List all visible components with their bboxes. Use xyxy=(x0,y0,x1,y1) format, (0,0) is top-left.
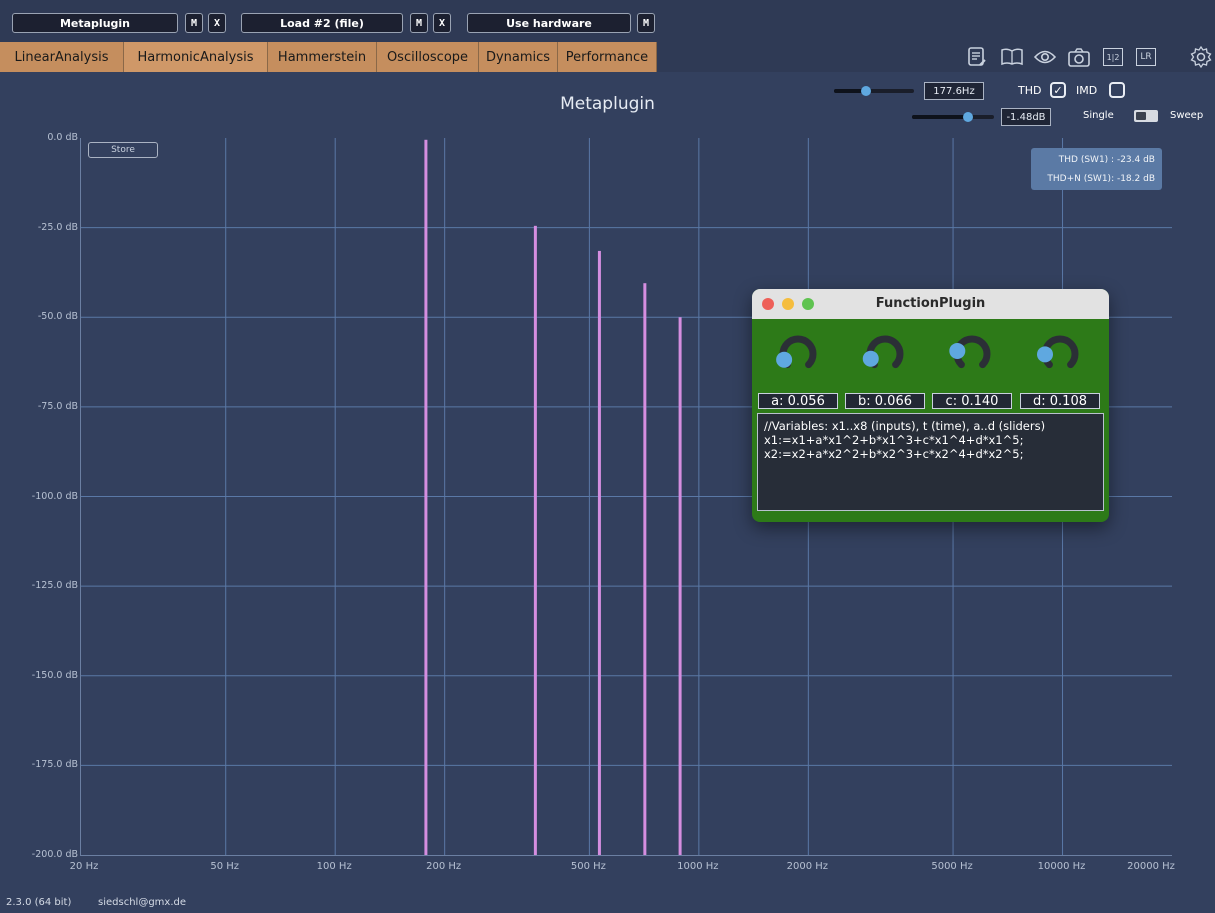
x-tick-label: 500 Hz xyxy=(570,861,606,872)
tab-linear-analysis[interactable]: LinearAnalysis xyxy=(0,42,124,72)
param-a-value[interactable]: a: 0.056 xyxy=(758,393,838,409)
lr-icon[interactable]: LR xyxy=(1135,46,1157,68)
eye-icon[interactable] xyxy=(1034,46,1056,68)
function-plugin-window: FunctionPlugin a: 0.056 b: 0.066 c: 0.14… xyxy=(752,289,1109,522)
slot-1-close-button[interactable]: X xyxy=(208,13,226,33)
tab-hammerstein[interactable]: Hammerstein xyxy=(268,42,377,72)
tab-oscilloscope[interactable]: Oscilloscope xyxy=(377,42,479,72)
knob-handle[interactable] xyxy=(862,350,879,367)
y-tick-label: 0.0 dB xyxy=(47,132,78,143)
slot-2-button[interactable]: Load #2 (file) xyxy=(241,13,403,33)
param-b-value[interactable]: b: 0.066 xyxy=(845,393,925,409)
function-code-editor[interactable]: //Variables: x1..x8 (inputs), t (time), … xyxy=(757,413,1104,511)
slot-1-mute-button[interactable]: M xyxy=(185,13,203,33)
settings-icon[interactable] xyxy=(1190,46,1212,68)
store-button[interactable]: Store xyxy=(88,142,158,158)
version-label: 2.3.0 (64 bit) xyxy=(6,897,72,908)
level-slider-fill xyxy=(912,115,968,119)
y-tick-label: -25.0 dB xyxy=(37,221,78,233)
window-title: FunctionPlugin xyxy=(875,296,986,311)
tab-performance[interactable]: Performance xyxy=(558,42,657,72)
thd-readout-box: THD (SW1) : -23.4 dB THD+N (SW1): -18.2 … xyxy=(1031,148,1162,190)
author-email: siedschl@gmx.de xyxy=(98,897,186,908)
harmonic-bar xyxy=(643,283,647,855)
slot-3-mute-button[interactable]: M xyxy=(637,13,655,33)
y-tick-label: -125.0 dB xyxy=(31,580,78,592)
x-tick-label: 200 Hz xyxy=(426,861,462,872)
x-tick-label: 2000 Hz xyxy=(786,861,829,872)
x-tick-label: 20000 Hz xyxy=(1127,861,1175,872)
x-tick-label: 1000 Hz xyxy=(677,861,719,872)
y-tick-label: -175.0 dB xyxy=(31,759,78,771)
x-tick-label: 50 Hz xyxy=(210,861,240,872)
knob-handle[interactable] xyxy=(949,342,966,359)
tab-harmonic-analysis[interactable]: HarmonicAnalysis xyxy=(124,42,268,72)
knob-handle[interactable] xyxy=(776,351,793,368)
plot-title: Metaplugin xyxy=(560,94,655,114)
slot-3-button[interactable]: Use hardware xyxy=(467,13,631,33)
param-c-value[interactable]: c: 0.140 xyxy=(932,393,1012,409)
thd-readout: THD (SW1) : -23.4 dB xyxy=(1058,155,1155,165)
x-tick-label: 100 Hz xyxy=(316,861,352,872)
book-icon[interactable] xyxy=(1001,46,1023,68)
y-tick-label: -100.0 dB xyxy=(31,490,78,502)
y-tick-label: -75.0 dB xyxy=(37,400,78,412)
harmonic-bar xyxy=(533,225,537,855)
slot-2-mute-button[interactable]: M xyxy=(410,13,428,33)
param-d-value[interactable]: d: 0.108 xyxy=(1020,393,1100,409)
x-tick-label: 10000 Hz xyxy=(1037,861,1086,872)
slot-2-close-button[interactable]: X xyxy=(433,13,451,33)
y-tick-label: -150.0 dB xyxy=(31,669,78,681)
y-tick-label: -50.0 dB xyxy=(37,311,78,323)
x-tick-label: 20 Hz xyxy=(69,861,99,872)
notes-icon[interactable] xyxy=(966,46,988,68)
harmonic-bar xyxy=(678,317,682,855)
knob-handle[interactable] xyxy=(1037,346,1054,363)
harmonic-bar xyxy=(597,250,601,855)
channel-12-icon[interactable]: 1|2 xyxy=(1102,46,1124,68)
parameter-knobs[interactable] xyxy=(752,329,1109,389)
slot-1-button[interactable]: Metaplugin xyxy=(12,13,178,33)
y-tick-label: -200.0 dB xyxy=(31,849,78,860)
camera-icon[interactable] xyxy=(1068,46,1090,68)
x-tick-label: 5000 Hz xyxy=(931,861,973,872)
tab-dynamics[interactable]: Dynamics xyxy=(479,42,558,72)
thdn-readout: THD+N (SW1): -18.2 dB xyxy=(1047,174,1155,184)
harmonic-bar xyxy=(424,139,428,855)
